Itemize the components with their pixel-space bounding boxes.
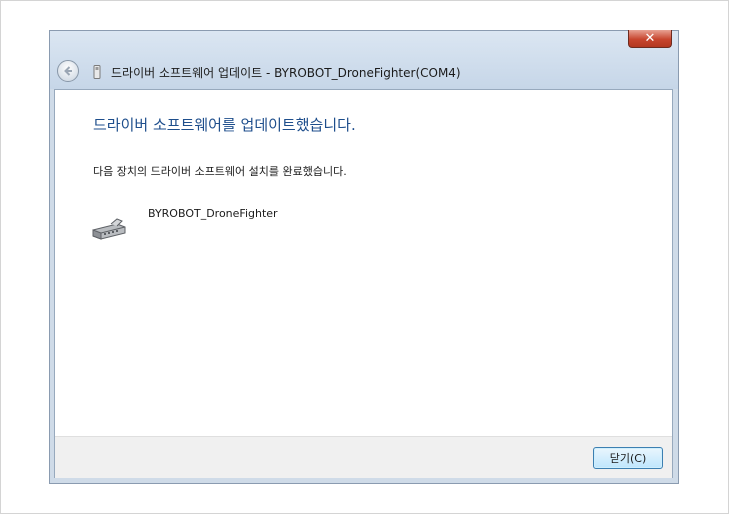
close-button[interactable]: 닫기(C) [593, 447, 663, 469]
back-button[interactable] [57, 60, 79, 82]
dialog-footer: 닫기(C) [55, 436, 672, 478]
window-title: 드라이버 소프트웨어 업데이트 - BYROBOT_DroneFighter(C… [111, 66, 461, 80]
serial-port-icon [92, 218, 126, 240]
title-bar: ✕ 드라이버 소프트웨어 업데이트 - BYROBOT_DroneFighter… [50, 30, 678, 89]
driver-update-window: ✕ 드라이버 소프트웨어 업데이트 - BYROBOT_DroneFighter… [49, 30, 679, 484]
window-close-button[interactable]: ✕ [628, 30, 672, 48]
status-message: 다음 장치의 드라이버 소프트웨어 설치를 완료했습니다. [93, 165, 347, 178]
device-name: BYROBOT_DroneFighter [148, 207, 278, 220]
close-button-label: 닫기(C) [609, 452, 647, 465]
dialog-content: 드라이버 소프트웨어를 업데이트했습니다. 다음 장치의 드라이버 소프트웨어 … [54, 89, 673, 478]
usb-device-icon [93, 65, 101, 79]
close-icon: ✕ [644, 31, 656, 46]
page-heading: 드라이버 소프트웨어를 업데이트했습니다. [93, 116, 356, 134]
back-arrow-icon [64, 66, 72, 76]
